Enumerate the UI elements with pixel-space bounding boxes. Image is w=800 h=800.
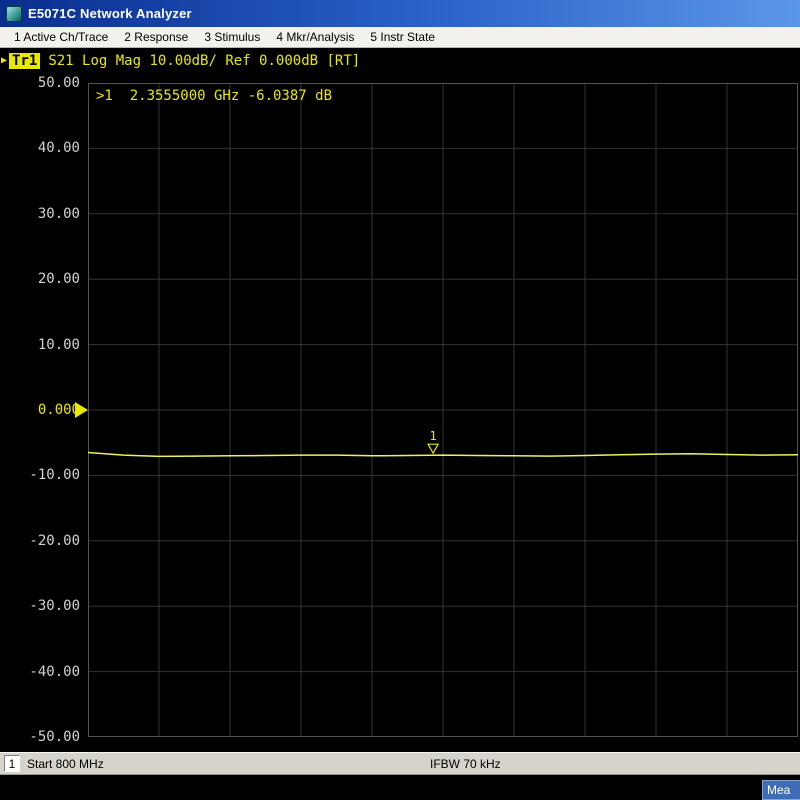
menu-item-response[interactable]: 2 Response [118, 28, 194, 46]
y-tick-label: 40.00 [38, 139, 80, 157]
menu-item-instr-state[interactable]: 5 Instr State [364, 28, 441, 46]
meas-softkey-button[interactable]: Mea [762, 780, 800, 800]
title-bar: E5071C Network Analyzer [0, 0, 800, 27]
active-trace-pointer-icon: ▶ [1, 55, 7, 66]
y-tick-label: 0.000 [38, 401, 80, 419]
marker-readout: >1 2.3555000 GHz -6.0387 dB [96, 88, 332, 104]
bottom-strip: Mea [0, 775, 800, 800]
y-tick-label: -20.00 [29, 532, 80, 550]
start-frequency-label: Start 800 MHz [27, 757, 104, 771]
app-icon [6, 6, 22, 22]
y-tick-label: -40.00 [29, 663, 80, 681]
y-tick-label: 10.00 [38, 336, 80, 354]
y-tick-label: -10.00 [29, 466, 80, 484]
trace-name-badge[interactable]: Tr1 [9, 53, 40, 69]
y-axis-labels: 50.00 40.00 30.00 20.00 10.00 0.000 -10.00 -20.… [0, 73, 84, 752]
menu-item-active-ch-trace[interactable]: 1 Active Ch/Trace [8, 28, 114, 46]
y-tick-label: 30.00 [38, 205, 80, 223]
menu-bar: 1 Active Ch/Trace 2 Response 3 Stimulus … [0, 27, 800, 48]
window-title: E5071C Network Analyzer [28, 6, 192, 21]
trace-status-bar: ▶ Tr1 S21 Log Mag 10.00dB/ Ref 0.000dB [… [0, 48, 800, 73]
menu-item-stimulus[interactable]: 3 Stimulus [198, 28, 266, 46]
y-tick-label: -50.00 [29, 728, 80, 746]
y-tick-label: 20.00 [38, 270, 80, 288]
status-bar: 1 Start 800 MHz IFBW 70 kHz [0, 752, 800, 775]
channel-indicator: 1 [4, 755, 20, 772]
graph-area: 50.00 40.00 30.00 20.00 10.00 0.000 -10.00 -20.… [0, 73, 800, 752]
ifbw-label: IFBW 70 kHz [430, 757, 501, 771]
trace-plot[interactable]: 1 [88, 83, 798, 737]
reference-level-arrow-icon [75, 402, 88, 418]
menu-item-mkr-analysis[interactable]: 4 Mkr/Analysis [270, 28, 360, 46]
e5071c-screen: E5071C Network Analyzer 1 Active Ch/Trac… [0, 0, 800, 800]
svg-text:1: 1 [429, 429, 436, 443]
trace-settings-label: S21 Log Mag 10.00dB/ Ref 0.000dB [RT] [48, 53, 360, 69]
y-tick-label: 50.00 [38, 74, 80, 92]
y-tick-label: -30.00 [29, 597, 80, 615]
